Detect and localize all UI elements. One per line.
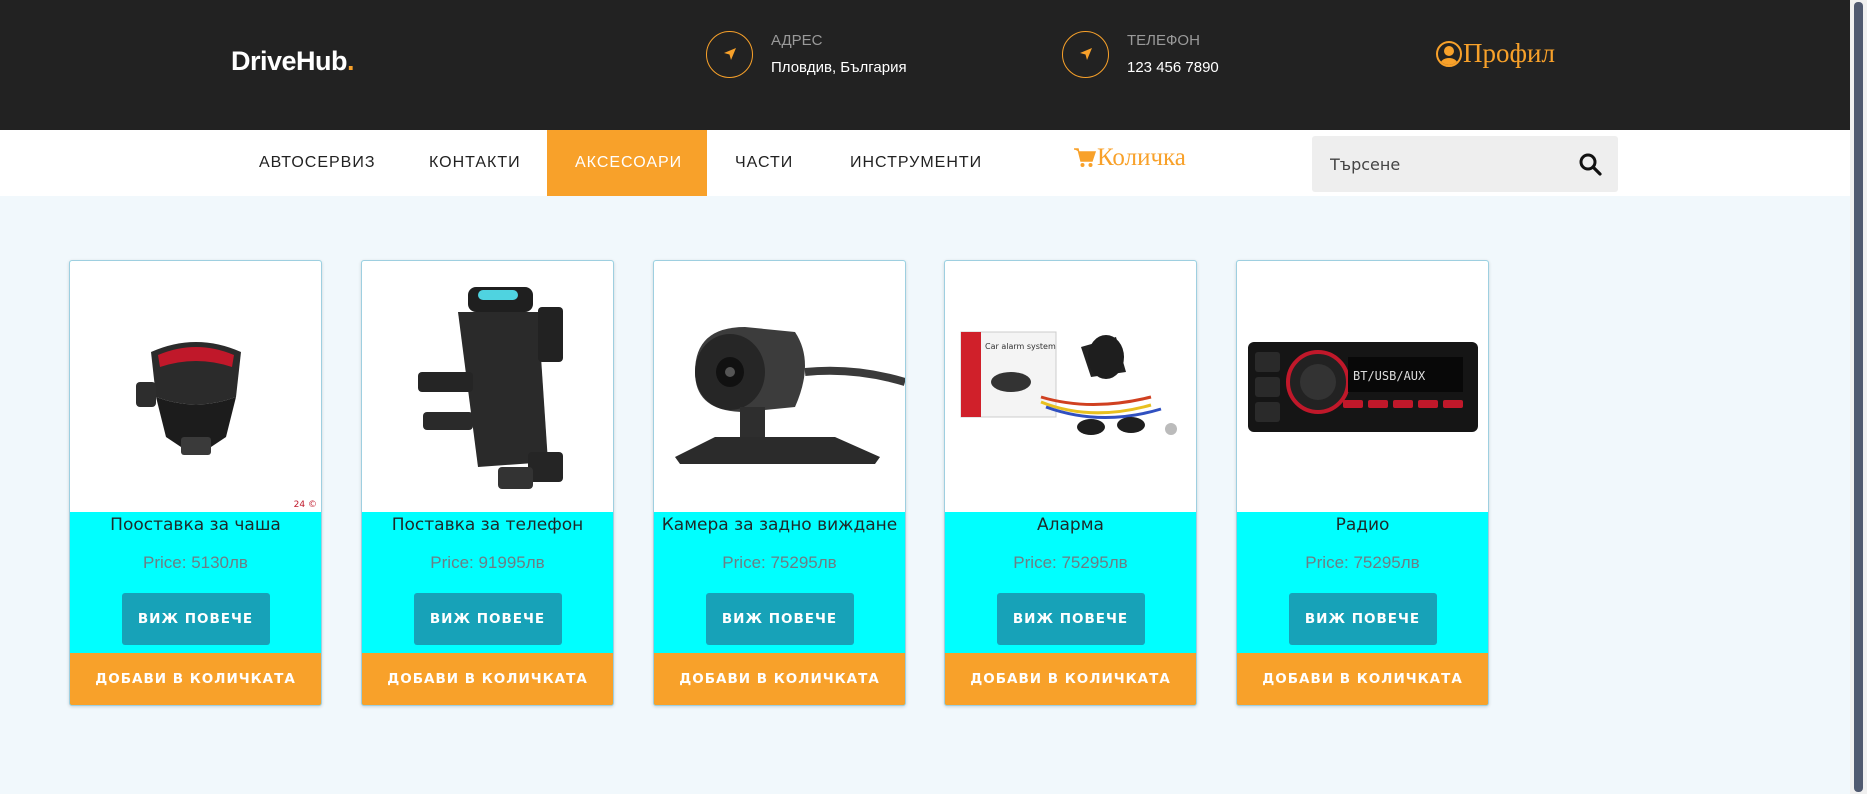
search-box xyxy=(1312,136,1618,192)
view-more-button[interactable]: ВИЖ ПОВЕЧЕ xyxy=(705,593,854,645)
scrollbar-thumb[interactable] xyxy=(1854,2,1863,792)
rear-camera-image xyxy=(674,326,905,464)
product-card: Car alarm system Аларма Price: 75295лв В… xyxy=(944,260,1197,706)
product-image-car-alarm[interactable]: Car alarm system xyxy=(945,261,1196,512)
profile-label: Профил xyxy=(1463,38,1555,68)
product-image-cup-holder[interactable]: 24 © xyxy=(70,261,321,512)
address-info: АДРЕС Пловдив, България xyxy=(706,29,907,79)
search-icon[interactable] xyxy=(1578,152,1602,176)
phone-holder-image xyxy=(417,286,563,489)
address-label: АДРЕС xyxy=(771,32,823,49)
view-more-button[interactable]: ВИЖ ПОВЕЧЕ xyxy=(996,593,1145,645)
nav-item-contacts[interactable]: КОНТАКТИ xyxy=(429,130,521,196)
product-price: Price: 91995лв xyxy=(430,553,545,572)
location-arrow-icon xyxy=(706,30,753,78)
phone-info: ТЕЛЕФОН 123 456 7890 xyxy=(1062,29,1219,79)
logo-dot: . xyxy=(347,46,355,76)
search-input[interactable] xyxy=(1330,154,1560,174)
view-more-button[interactable]: ВИЖ ПОВЕЧЕ xyxy=(121,593,270,645)
car-radio-image: BT/USB/AUX xyxy=(1247,341,1478,432)
address-value: Пловдив, България xyxy=(771,59,907,76)
nav-item-autoservice[interactable]: АВТОСЕРВИЗ xyxy=(259,130,376,196)
product-card: Камера за задно виждане Price: 75295лв В… xyxy=(653,260,906,706)
location-arrow-icon xyxy=(1062,30,1109,78)
shopping-cart-icon xyxy=(1074,148,1096,167)
nav-item-parts[interactable]: ЧАСТИ xyxy=(735,130,793,196)
add-to-cart-button[interactable]: ДОБАВИ В КОЛИЧКАТА xyxy=(70,653,321,705)
main-nav: АВТОСЕРВИЗ КОНТАКТИ АКСЕСОАРИ ЧАСТИ ИНСТ… xyxy=(0,130,1850,196)
phone-value: 123 456 7890 xyxy=(1127,59,1219,76)
user-circle-icon xyxy=(1436,40,1462,67)
phone-label: ТЕЛЕФОН xyxy=(1127,32,1200,49)
product-image-phone-holder[interactable] xyxy=(362,261,613,512)
page-scrollbar[interactable] xyxy=(1850,0,1867,794)
product-price: Price: 5130лв xyxy=(143,553,248,572)
radio-display-text: BT/USB/AUX xyxy=(1353,369,1426,383)
view-more-button[interactable]: ВИЖ ПОВЕЧЕ xyxy=(413,593,562,645)
top-header: DriveHub. АДРЕС Пловдив, България ТЕЛЕФО… xyxy=(0,0,1850,130)
product-price: Price: 75295лв xyxy=(1305,553,1420,572)
alarm-box-text: Car alarm system xyxy=(985,342,1056,351)
add-to-cart-button[interactable]: ДОБАВИ В КОЛИЧКАТА xyxy=(362,653,613,705)
product-card: BT/USB/AUX Радио Price: 75295лв ВИЖ ПОВЕ… xyxy=(1236,260,1489,706)
product-name: Аларма xyxy=(1037,515,1104,535)
car-alarm-image: Car alarm system xyxy=(960,331,1177,435)
product-price: Price: 75295лв xyxy=(722,553,837,572)
view-more-button[interactable]: ВИЖ ПОВЕЧЕ xyxy=(1288,593,1437,645)
nav-item-accessories[interactable]: АКСЕСОАРИ xyxy=(547,130,707,196)
nav-item-tools[interactable]: ИНСТРУМЕНТИ xyxy=(850,130,982,196)
product-card: Поставка за телефон Price: 91995лв ВИЖ П… xyxy=(361,260,614,706)
cart-label: Количка xyxy=(1097,144,1186,171)
add-to-cart-button[interactable]: ДОБАВИ В КОЛИЧКАТА xyxy=(945,653,1196,705)
cup-holder-image xyxy=(135,341,241,455)
image-watermark: 24 © xyxy=(293,500,317,510)
cart-link[interactable]: Количка xyxy=(1074,144,1186,172)
add-to-cart-button[interactable]: ДОБАВИ В КОЛИЧКАТА xyxy=(1237,653,1488,705)
product-name: Радио xyxy=(1335,515,1390,535)
add-to-cart-button[interactable]: ДОБАВИ В КОЛИЧКАТА xyxy=(654,653,905,705)
product-image-car-radio[interactable]: BT/USB/AUX xyxy=(1237,261,1488,512)
site-logo[interactable]: DriveHub. xyxy=(231,46,355,77)
product-card: 24 © Пооставка за чаша Price: 5130лв ВИЖ… xyxy=(69,260,322,706)
logo-text[interactable]: DriveHub xyxy=(231,46,348,76)
product-name: Пооставка за чаша xyxy=(110,515,281,535)
product-image-rear-camera[interactable] xyxy=(654,261,905,512)
product-name: Поставка за телефон xyxy=(391,515,584,535)
product-price: Price: 75295лв xyxy=(1013,553,1128,572)
profile-link[interactable]: Профил xyxy=(1436,38,1555,69)
product-name: Камера за задно виждане xyxy=(661,515,898,535)
